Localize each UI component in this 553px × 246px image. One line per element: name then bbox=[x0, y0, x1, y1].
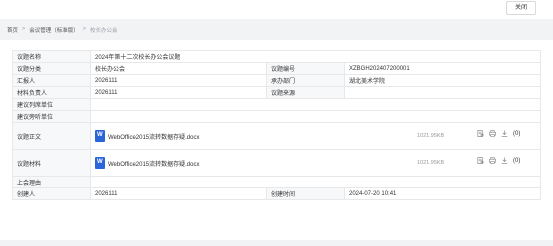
material-owner-label: 材料负责人 bbox=[12, 86, 91, 99]
materials-label: 议题材料 bbox=[12, 149, 91, 177]
download-count: (0) bbox=[513, 130, 521, 137]
topic-no-value: XZBGH202407200001 bbox=[344, 62, 541, 75]
topic-name-label: 议题名称 bbox=[12, 50, 91, 63]
topic-detail-table: 议题名称 2024年第十二次校长办公会议题 议题分类 校长办公会 议题编号 XZ… bbox=[12, 50, 541, 200]
table-row: 上会理由 bbox=[12, 176, 541, 188]
materials-cell: WebOffice2015流转数据存疑.docx 1021.95KB (0) bbox=[90, 149, 541, 177]
table-row: 材料负责人 2026111 议题来源 bbox=[12, 86, 541, 99]
attachment-file-name[interactable]: WebOffice2015流转数据存疑.docx bbox=[108, 132, 199, 141]
breadcrumb: 首页 > 会议管理（标准版） > 校长办公会 bbox=[7, 26, 117, 36]
attachment-file-size: 1021.95KB bbox=[417, 160, 445, 166]
topic-name-value: 2024年第十二次校长办公会议题 bbox=[90, 50, 541, 63]
table-row: 汇报人 2026111 承办部门 湖北美术学院 bbox=[12, 74, 541, 87]
created-at-value: 2024-07-20 10:41 bbox=[344, 187, 541, 200]
consult-unit-value bbox=[90, 110, 541, 123]
dept-label: 承办部门 bbox=[266, 74, 345, 87]
attachment-item: WebOffice2015流转数据存疑.docx 1021.95KB (0) bbox=[92, 124, 540, 149]
attend-unit-value bbox=[90, 98, 541, 111]
docx-file-icon bbox=[95, 157, 105, 169]
category-value: 校长办公会 bbox=[90, 62, 267, 75]
topic-no-label: 议题编号 bbox=[266, 62, 345, 75]
breadcrumb-meeting-management[interactable]: 会议管理（标准版） bbox=[29, 26, 79, 36]
consult-unit-label: 建议旁听单位 bbox=[12, 110, 91, 123]
table-row: 议题正文 WebOffice2015流转数据存疑.docx 1021.95KB … bbox=[12, 122, 541, 150]
close-button[interactable]: 关闭 bbox=[506, 1, 536, 15]
print-icon[interactable] bbox=[489, 157, 496, 164]
table-row: 议题分类 校长办公会 议题编号 XZBGH202407200001 bbox=[12, 62, 541, 75]
attachment-file-name[interactable]: WebOffice2015流转数据存疑.docx bbox=[108, 159, 199, 168]
material-owner-value: 2026111 bbox=[90, 86, 267, 99]
table-row: 议题材料 WebOffice2015流转数据存疑.docx 1021.95KB … bbox=[12, 149, 541, 177]
topic-detail-card: 议题名称 2024年第十二次校长办公会议题 议题分类 校长办公会 议题编号 XZ… bbox=[0, 40, 553, 240]
table-row: 建议旁听单位 bbox=[12, 110, 541, 123]
breadcrumb-current: 校长办公会 bbox=[89, 28, 118, 34]
table-row: 建议列席单位 bbox=[12, 98, 541, 111]
dept-value: 湖北美术学院 bbox=[344, 74, 541, 87]
main-doc-cell: WebOffice2015流转数据存疑.docx 1021.95KB (0) bbox=[90, 122, 541, 150]
download-icon[interactable] bbox=[501, 157, 508, 164]
creator-label: 创建人 bbox=[12, 187, 91, 200]
table-row: 创建人 2026111 创建时间 2024-07-20 10:41 bbox=[12, 187, 541, 200]
attachment-actions: (0) bbox=[477, 130, 520, 137]
source-label: 议题来源 bbox=[266, 86, 345, 99]
docx-file-icon bbox=[95, 130, 105, 142]
reporter-value: 2026111 bbox=[90, 74, 267, 87]
category-label: 议题分类 bbox=[12, 62, 91, 75]
print-icon[interactable] bbox=[489, 130, 496, 137]
attend-unit-label: 建议列席单位 bbox=[12, 98, 91, 111]
download-icon[interactable] bbox=[501, 130, 508, 137]
reason-value bbox=[90, 176, 541, 188]
attachment-file-size: 1021.95KB bbox=[417, 133, 445, 139]
breadcrumb-home[interactable]: 首页 bbox=[7, 26, 18, 36]
page-footer-band bbox=[0, 240, 553, 246]
preview-icon[interactable] bbox=[477, 130, 484, 137]
preview-icon[interactable] bbox=[477, 157, 484, 164]
download-count: (0) bbox=[513, 157, 521, 164]
reporter-label: 汇报人 bbox=[12, 74, 91, 87]
attachment-item: WebOffice2015流转数据存疑.docx 1021.95KB (0) bbox=[92, 151, 540, 176]
reason-label: 上会理由 bbox=[12, 176, 91, 188]
table-row: 议题名称 2024年第十二次校长办公会议题 bbox=[12, 50, 541, 63]
breadcrumb-separator: > bbox=[22, 26, 26, 32]
attachment-actions: (0) bbox=[477, 157, 520, 164]
breadcrumb-separator: > bbox=[82, 26, 86, 32]
source-value bbox=[344, 86, 541, 99]
created-at-label: 创建时间 bbox=[266, 187, 345, 200]
creator-value: 2026111 bbox=[90, 187, 267, 200]
top-toolbar: 关闭 bbox=[0, 0, 553, 19]
main-doc-label: 议题正文 bbox=[12, 122, 91, 150]
